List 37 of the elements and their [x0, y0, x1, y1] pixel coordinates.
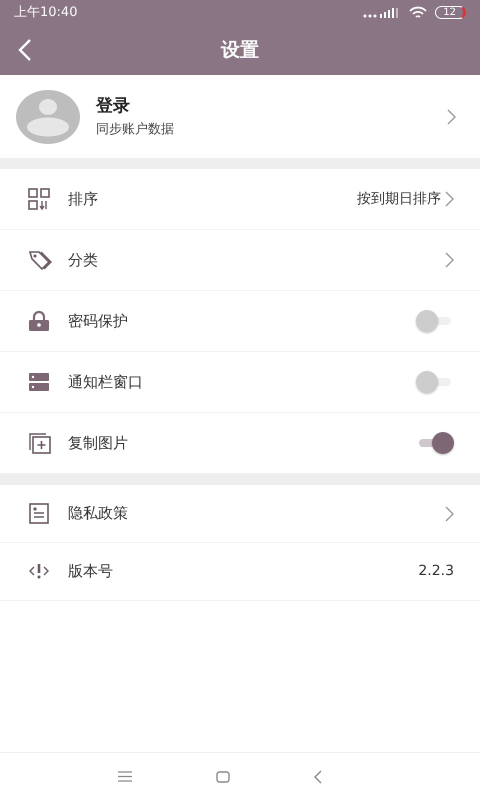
server-icon — [28, 370, 52, 394]
chevron-icon — [445, 191, 454, 207]
settings-row[interactable]: 排序 按到期日排序 — [0, 169, 480, 230]
settings-row[interactable]: 隐私政策 — [0, 485, 480, 543]
status-time: 上午10:40 — [14, 4, 78, 22]
chevron-icon — [445, 252, 454, 268]
menu-icon[interactable] — [118, 771, 132, 782]
row-label: 复制图片 — [68, 432, 129, 454]
battery-indicator: 12 — [435, 6, 466, 19]
chevron-icon — [447, 108, 456, 124]
document-icon — [28, 502, 52, 525]
avatar-icon — [16, 90, 80, 144]
row-value: 2.2.3 — [418, 562, 454, 581]
chevron-icon — [445, 506, 454, 522]
login-title: 登录 — [96, 95, 131, 118]
wifi-icon — [409, 6, 428, 19]
row-label: 排序 — [68, 188, 99, 210]
back-button[interactable] — [18, 37, 32, 62]
row-label: 通知栏窗口 — [68, 372, 144, 393]
row-label: 分类 — [68, 250, 99, 271]
page-title: 设置 — [221, 38, 259, 62]
settings-row[interactable]: 分类 — [0, 230, 480, 291]
settings-row[interactable]: 密码保护 — [0, 291, 480, 352]
row-label: 隐私政策 — [68, 503, 129, 524]
lock-icon — [28, 310, 52, 332]
home-icon[interactable] — [216, 770, 230, 782]
settings-row[interactable]: 版本号 2.2.3 — [0, 543, 480, 601]
row-value: 按到期日排序 — [357, 190, 441, 208]
grid-icon — [28, 188, 52, 210]
login-subtitle: 同步账户数据 — [96, 120, 175, 138]
profile-row[interactable]: 登录 同步账户数据 — [0, 75, 480, 158]
tag-icon — [28, 248, 52, 272]
row-label: 密码保护 — [68, 310, 129, 332]
back-icon[interactable] — [314, 770, 322, 784]
settings-row[interactable]: 通知栏窗口 — [0, 352, 480, 413]
row-label: 版本号 — [68, 561, 114, 582]
add-image-icon — [28, 432, 52, 454]
